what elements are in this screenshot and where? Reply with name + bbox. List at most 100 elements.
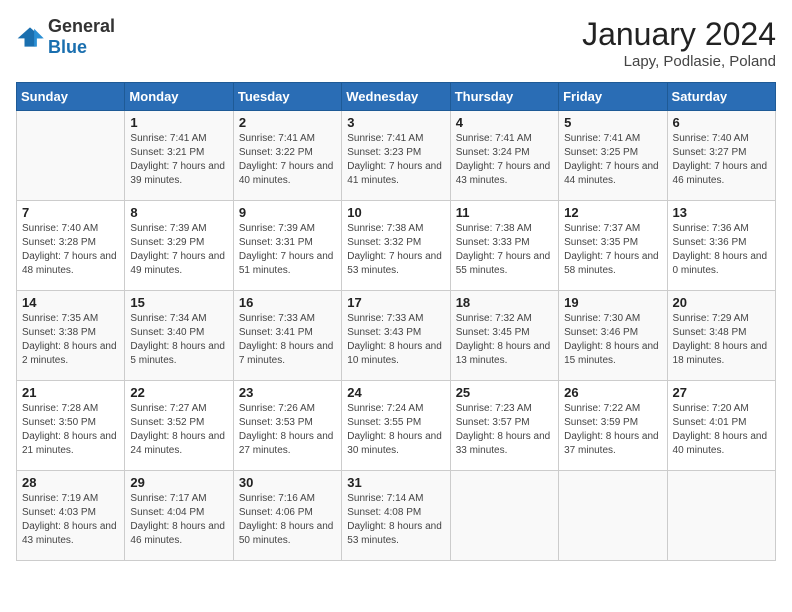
day-number: 27 (673, 385, 770, 400)
col-thursday: Thursday (450, 83, 558, 111)
logo: General Blue (16, 16, 115, 58)
day-info: Sunrise: 7:34 AMSunset: 3:40 PMDaylight:… (130, 312, 227, 368)
day-number: 3 (347, 115, 444, 130)
day-number: 19 (564, 295, 661, 310)
day-info: Sunrise: 7:27 AMSunset: 3:52 PMDaylight:… (130, 402, 227, 458)
day-info: Sunrise: 7:32 AMSunset: 3:45 PMDaylight:… (456, 312, 553, 368)
calendar-cell: 2 Sunrise: 7:41 AMSunset: 3:22 PMDaylight… (233, 111, 341, 201)
calendar-cell (450, 471, 558, 561)
day-info: Sunrise: 7:37 AMSunset: 3:35 PMDaylight:… (564, 222, 661, 278)
calendar-cell: 12 Sunrise: 7:37 AMSunset: 3:35 PMDayligh… (559, 201, 667, 291)
day-info: Sunrise: 7:30 AMSunset: 3:46 PMDaylight:… (564, 312, 661, 368)
day-info: Sunrise: 7:33 AMSunset: 3:43 PMDaylight:… (347, 312, 444, 368)
logo-general: General (48, 16, 115, 36)
calendar-cell: 5Sunrise: 7:41 AMSunset: 3:25 PMDaylight… (559, 111, 667, 201)
day-number: 10 (347, 205, 444, 220)
calendar-cell (17, 111, 125, 201)
day-number: 30 (239, 475, 336, 490)
col-saturday: Saturday (667, 83, 775, 111)
day-info: Sunrise: 7:41 AMSunset: 3:22 PMDaylight:… (239, 132, 336, 188)
day-info: Sunrise: 7:39 AMSunset: 3:31 PMDaylight:… (239, 222, 336, 278)
calendar-cell: 17 Sunrise: 7:33 AMSunset: 3:43 PMDayligh… (342, 291, 450, 381)
calendar-cell: 18 Sunrise: 7:32 AMSunset: 3:45 PMDayligh… (450, 291, 558, 381)
calendar-cell: 15 Sunrise: 7:34 AMSunset: 3:40 PMDayligh… (125, 291, 233, 381)
calendar-cell: 31 Sunrise: 7:14 AMSunset: 4:08 PMDayligh… (342, 471, 450, 561)
col-wednesday: Wednesday (342, 83, 450, 111)
day-number: 23 (239, 385, 336, 400)
calendar-table: Sunday Monday Tuesday Wednesday Thursday… (16, 82, 776, 561)
calendar-cell: 27Sunrise: 7:20 AMSunset: 4:01 PMDayligh… (667, 381, 775, 471)
calendar-cell: 16 Sunrise: 7:33 AMSunset: 3:41 PMDayligh… (233, 291, 341, 381)
day-number: 28 (22, 475, 119, 490)
week-row-1: 1 Sunrise: 7:41 AMSunset: 3:21 PMDaylight… (17, 111, 776, 201)
month-title: January 2024 (582, 16, 776, 53)
day-info: Sunrise: 7:28 AMSunset: 3:50 PMDaylight:… (22, 402, 119, 458)
col-friday: Friday (559, 83, 667, 111)
day-info: Sunrise: 7:26 AMSunset: 3:53 PMDaylight:… (239, 402, 336, 458)
day-info: Sunrise: 7:19 AMSunset: 4:03 PMDaylight:… (22, 492, 119, 548)
day-number: 11 (456, 205, 553, 220)
day-number: 16 (239, 295, 336, 310)
day-number: 31 (347, 475, 444, 490)
day-number: 18 (456, 295, 553, 310)
calendar-cell (559, 471, 667, 561)
day-number: 21 (22, 385, 119, 400)
day-number: 17 (347, 295, 444, 310)
calendar-cell: 10Sunrise: 7:38 AMSunset: 3:32 PMDayligh… (342, 201, 450, 291)
calendar-cell: 13Sunrise: 7:36 AMSunset: 3:36 PMDayligh… (667, 201, 775, 291)
day-info: Sunrise: 7:22 AMSunset: 3:59 PMDaylight:… (564, 402, 661, 458)
day-number: 2 (239, 115, 336, 130)
title-area: January 2024 Lapy, Podlasie, Poland (582, 16, 776, 70)
day-info: Sunrise: 7:39 AMSunset: 3:29 PMDaylight:… (130, 222, 227, 278)
calendar-cell: 11 Sunrise: 7:38 AMSunset: 3:33 PMDayligh… (450, 201, 558, 291)
week-row-4: 21 Sunrise: 7:28 AMSunset: 3:50 PMDayligh… (17, 381, 776, 471)
day-number: 25 (456, 385, 553, 400)
calendar-cell: 28 Sunrise: 7:19 AMSunset: 4:03 PMDayligh… (17, 471, 125, 561)
day-number: 4 (456, 115, 553, 130)
day-number: 13 (673, 205, 770, 220)
day-info: Sunrise: 7:17 AMSunset: 4:04 PMDaylight:… (130, 492, 227, 548)
calendar-cell: 24Sunrise: 7:24 AMSunset: 3:55 PMDayligh… (342, 381, 450, 471)
day-number: 7 (22, 205, 119, 220)
day-number: 29 (130, 475, 227, 490)
day-info: Sunrise: 7:14 AMSunset: 4:08 PMDaylight:… (347, 492, 444, 548)
col-tuesday: Tuesday (233, 83, 341, 111)
calendar-cell: 1 Sunrise: 7:41 AMSunset: 3:21 PMDaylight… (125, 111, 233, 201)
calendar-cell: 25Sunrise: 7:23 AMSunset: 3:57 PMDayligh… (450, 381, 558, 471)
day-number: 6 (673, 115, 770, 130)
day-number: 15 (130, 295, 227, 310)
day-number: 14 (22, 295, 119, 310)
day-number: 24 (347, 385, 444, 400)
calendar-cell: 19 Sunrise: 7:30 AMSunset: 3:46 PMDayligh… (559, 291, 667, 381)
header-row: Sunday Monday Tuesday Wednesday Thursday… (17, 83, 776, 111)
day-number: 20 (673, 295, 770, 310)
col-sunday: Sunday (17, 83, 125, 111)
week-row-2: 7 Sunrise: 7:40 AMSunset: 3:28 PMDaylight… (17, 201, 776, 291)
day-info: Sunrise: 7:41 AMSunset: 3:23 PMDaylight:… (347, 132, 444, 188)
day-number: 9 (239, 205, 336, 220)
day-number: 22 (130, 385, 227, 400)
day-number: 5 (564, 115, 661, 130)
calendar-cell: 6 Sunrise: 7:40 AMSunset: 3:27 PMDaylight… (667, 111, 775, 201)
day-info: Sunrise: 7:38 AMSunset: 3:33 PMDaylight:… (456, 222, 553, 278)
day-number: 12 (564, 205, 661, 220)
calendar-cell (667, 471, 775, 561)
day-info: Sunrise: 7:29 AMSunset: 3:48 PMDaylight:… (673, 312, 770, 368)
calendar-cell: 9 Sunrise: 7:39 AMSunset: 3:31 PMDaylight… (233, 201, 341, 291)
calendar-cell: 14 Sunrise: 7:35 AMSunset: 3:38 PMDayligh… (17, 291, 125, 381)
calendar-cell: 29 Sunrise: 7:17 AMSunset: 4:04 PMDayligh… (125, 471, 233, 561)
day-info: Sunrise: 7:40 AMSunset: 3:28 PMDaylight:… (22, 222, 119, 278)
day-number: 1 (130, 115, 227, 130)
day-info: Sunrise: 7:35 AMSunset: 3:38 PMDaylight:… (22, 312, 119, 368)
day-info: Sunrise: 7:40 AMSunset: 3:27 PMDaylight:… (673, 132, 770, 188)
week-row-3: 14 Sunrise: 7:35 AMSunset: 3:38 PMDayligh… (17, 291, 776, 381)
day-info: Sunrise: 7:41 AMSunset: 3:21 PMDaylight:… (130, 132, 227, 188)
day-info: Sunrise: 7:33 AMSunset: 3:41 PMDaylight:… (239, 312, 336, 368)
calendar-cell: 26Sunrise: 7:22 AMSunset: 3:59 PMDayligh… (559, 381, 667, 471)
calendar-cell: 8Sunrise: 7:39 AMSunset: 3:29 PMDaylight… (125, 201, 233, 291)
day-info: Sunrise: 7:16 AMSunset: 4:06 PMDaylight:… (239, 492, 336, 548)
col-monday: Monday (125, 83, 233, 111)
location-title: Lapy, Podlasie, Poland (582, 53, 776, 70)
calendar-cell: 22 Sunrise: 7:27 AMSunset: 3:52 PMDayligh… (125, 381, 233, 471)
calendar-cell: 7 Sunrise: 7:40 AMSunset: 3:28 PMDaylight… (17, 201, 125, 291)
